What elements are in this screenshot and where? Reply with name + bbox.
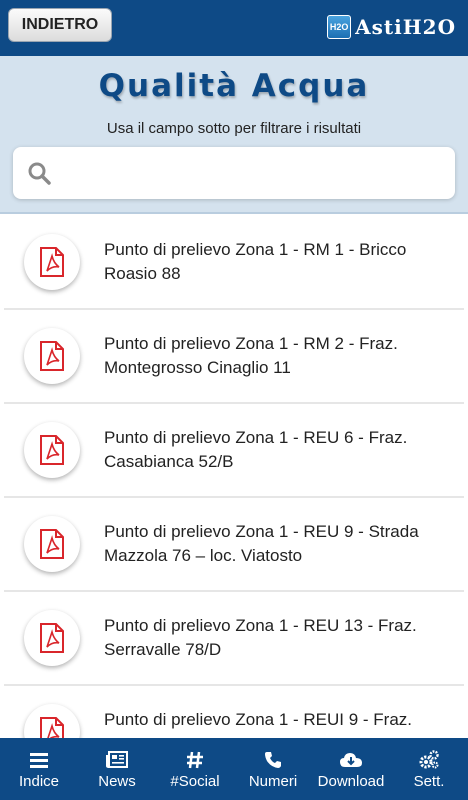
list-item[interactable]: Punto di prelievo Zona 1 - RM 1 - Bricco… — [4, 216, 464, 310]
list-item[interactable]: Punto di prelievo Zona 1 - REUI 9 - Fraz… — [4, 686, 464, 738]
pdf-icon — [40, 717, 64, 738]
page-subtitle: Usa il campo sotto per filtrare i risult… — [106, 120, 362, 137]
pdf-icon — [40, 247, 64, 277]
search-icon — [28, 162, 51, 185]
list-item-label: Punto di prelievo Zona 1 - REU 9 - Strad… — [104, 522, 419, 565]
bottom-nav: Indice News #Social Numeri Download Sett… — [0, 738, 468, 800]
list-item-label: Punto di prelievo Zona 1 - REUI 9 - Fraz… — [104, 710, 413, 729]
brand-name: AstiH2O — [355, 15, 456, 39]
nav-label: #Social — [170, 772, 220, 790]
brand-badge-icon: H2O — [327, 15, 352, 39]
nav-label: Indice — [18, 772, 60, 790]
nav-label: News — [98, 772, 136, 790]
cloud-download-icon — [339, 749, 363, 771]
pdf-icon — [40, 529, 64, 559]
document-list: Punto di prelievo Zona 1 - RM 1 - Bricco… — [0, 216, 468, 738]
nav-label: Numeri — [248, 772, 298, 790]
nav-item-social[interactable]: #Social — [156, 738, 234, 800]
pdf-icon-button[interactable] — [24, 234, 80, 290]
nav-item-news[interactable]: News — [78, 738, 156, 800]
list-item-label: Punto di prelievo Zona 1 - RM 2 - Fraz. … — [104, 334, 398, 377]
pdf-icon — [40, 341, 64, 371]
nav-label: Sett. — [413, 772, 445, 790]
pdf-icon-button[interactable] — [24, 516, 80, 572]
nav-label: Download — [317, 772, 385, 790]
list-item-label: Punto di prelievo Zona 1 - RM 1 - Bricco… — [104, 240, 407, 283]
pdf-icon — [40, 435, 64, 465]
hashtag-icon — [186, 749, 204, 771]
nav-item-settings[interactable]: Sett. — [390, 738, 468, 800]
pdf-icon-button[interactable] — [24, 422, 80, 478]
list-item-label: Punto di prelievo Zona 1 - REU 6 - Fraz.… — [104, 428, 408, 471]
nav-item-download[interactable]: Download — [312, 738, 390, 800]
list-item[interactable]: Punto di prelievo Zona 1 - RM 2 - Fraz. … — [4, 310, 464, 404]
list-item-label: Punto di prelievo Zona 1 - REU 13 - Fraz… — [104, 616, 417, 659]
menu-icon — [29, 749, 49, 771]
nav-item-indice[interactable]: Indice — [0, 738, 78, 800]
list-item[interactable]: Punto di prelievo Zona 1 - REU 6 - Fraz.… — [4, 404, 464, 498]
pdf-icon-button[interactable] — [24, 704, 80, 738]
back-button[interactable]: INDIETRO — [8, 8, 112, 42]
gears-icon — [418, 749, 440, 771]
nav-item-numeri[interactable]: Numeri — [234, 738, 312, 800]
pdf-icon-button[interactable] — [24, 610, 80, 666]
pdf-icon — [40, 623, 64, 653]
list-item[interactable]: Punto di prelievo Zona 1 - REU 13 - Fraz… — [4, 592, 464, 686]
top-bar: INDIETRO H2O AstiH2O — [0, 0, 468, 56]
brand-logo: H2O AstiH2O — [327, 12, 456, 42]
search-input[interactable] — [63, 155, 447, 193]
page-header: Qualità Acqua Usa il campo sotto per fil… — [0, 56, 468, 214]
search-box — [13, 147, 455, 199]
list-item[interactable]: Punto di prelievo Zona 1 - REU 9 - Strad… — [4, 498, 464, 592]
phone-icon — [264, 749, 282, 771]
pdf-icon-button[interactable] — [24, 328, 80, 384]
page-title: Qualità Acqua — [98, 68, 370, 104]
newspaper-icon — [106, 749, 128, 771]
